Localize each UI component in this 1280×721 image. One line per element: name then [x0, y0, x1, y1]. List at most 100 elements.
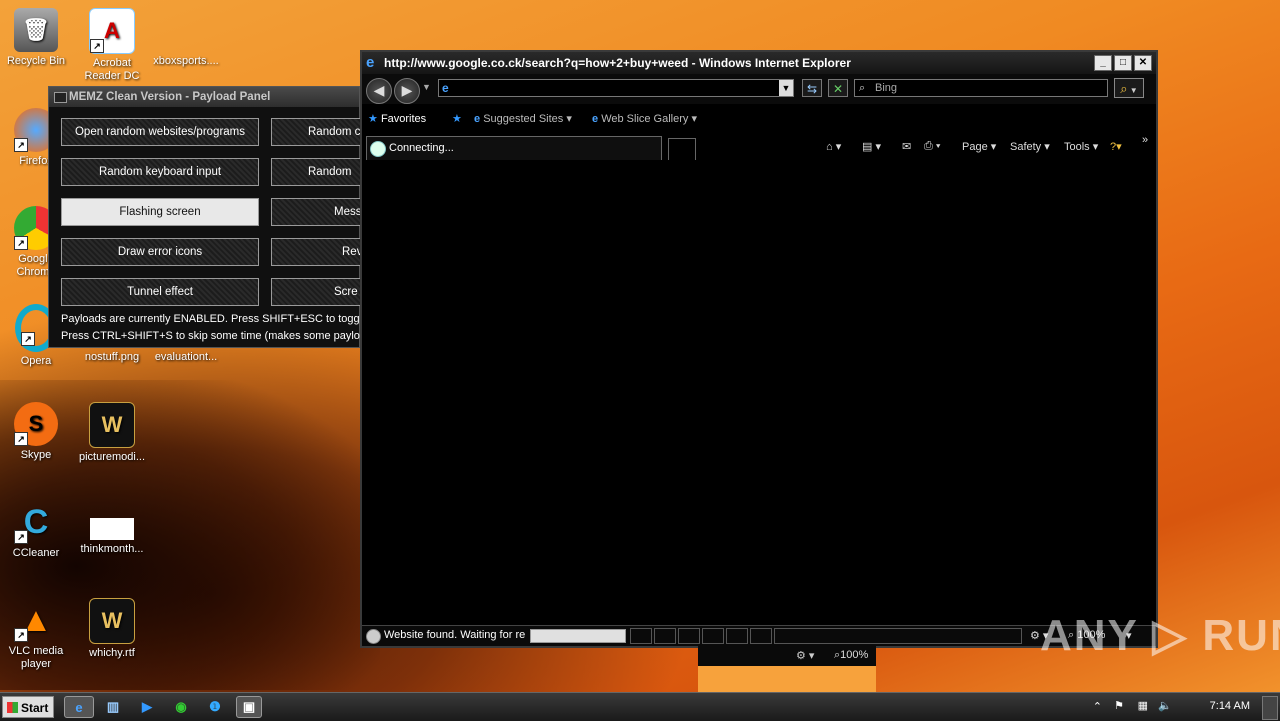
search-go-button[interactable]: ⌕ ▼: [1114, 78, 1144, 98]
taskbar-app-icon[interactable]: ❶: [202, 696, 228, 718]
ie-title-bar[interactable]: e http://www.google.co.ck/search?q=how+2…: [362, 52, 1156, 74]
history-dropdown-icon[interactable]: ▼: [422, 82, 431, 92]
word-document-icon: W: [89, 402, 135, 448]
favorites-bar: ★ Favorites ★ e Suggested Sites ▾ e Web …: [362, 110, 1156, 130]
print-icon[interactable]: ⎙ ▾: [924, 140, 940, 153]
status-cell: [678, 628, 700, 644]
favorites-button[interactable]: ★ Favorites: [368, 112, 426, 125]
desktop-icon-vlc[interactable]: ▲ ↗ VLC media player: [0, 598, 74, 671]
status-cell: [726, 628, 748, 644]
address-dropdown-button[interactable]: ▼: [779, 80, 793, 96]
desktop-icon-label: picturemodi...: [78, 451, 146, 463]
stop-button[interactable]: ✕: [828, 79, 848, 97]
back-button[interactable]: ◀: [366, 78, 392, 104]
loading-icon: [370, 141, 386, 157]
search-icon: ⌕: [859, 82, 866, 94]
tools-menu[interactable]: Tools ▾: [1064, 140, 1098, 153]
search-placeholder: Bing: [875, 82, 898, 94]
maximize-button[interactable]: □: [1114, 55, 1132, 71]
desktop-icon-label: whichy.rtf: [89, 647, 135, 659]
memz-payload-panel: MEMZ Clean Version - Payload Panel Open …: [48, 86, 469, 348]
command-bar: Connecting... ⌂ ▾ ▤ ▾ ✉ ⎙ ▾ Page ▾ Safet…: [362, 134, 1156, 160]
memz-status-line-1: Payloads are currently ENABLED. Press SH…: [61, 313, 369, 325]
network-icon[interactable]: ▦: [1138, 699, 1148, 712]
address-bar[interactable]: e ▼: [438, 79, 794, 97]
safety-menu[interactable]: Safety ▾: [1010, 140, 1050, 153]
tab-connecting[interactable]: Connecting...: [366, 136, 662, 160]
feeds-icon[interactable]: ▤ ▾: [862, 140, 881, 153]
ghost-status-bar: ⚙ ▾ ⌕100%: [698, 646, 876, 666]
tunnel-effect-button[interactable]: Tunnel effect: [61, 278, 259, 306]
close-button[interactable]: ✕: [1134, 55, 1152, 71]
forward-button[interactable]: ▶: [394, 78, 420, 104]
page-menu[interactable]: Page ▾: [962, 140, 996, 153]
desktop-icon-label: VLC media player: [8, 645, 64, 670]
flashing-screen-button[interactable]: Flashing screen: [61, 198, 259, 226]
taskbar-chrome-icon[interactable]: ◉: [168, 696, 194, 718]
desktop-icon-acrobat[interactable]: A ↗ Acrobat Reader DC: [74, 8, 150, 83]
random-keyboard-input-button[interactable]: Random keyboard input: [61, 158, 259, 186]
recycle-bin-icon: 🗑: [14, 8, 58, 52]
desktop-icon-thinkmonth[interactable]: thinkmonth...: [74, 500, 150, 556]
windows-logo-icon: [7, 702, 18, 713]
desktop-icon-xboxsports[interactable]: xboxsports....: [148, 8, 224, 68]
ie-page-icon: e: [474, 113, 481, 125]
desktop-icon-skype[interactable]: S ↗ Skype: [0, 402, 74, 462]
refresh-button[interactable]: ⇆: [802, 79, 822, 97]
ie-logo-icon: e: [366, 54, 375, 71]
window-icon: [54, 92, 67, 103]
desktop-icon-ccleaner[interactable]: C ↗ CCleaner: [0, 500, 74, 560]
status-cell: [654, 628, 676, 644]
open-random-websites-button[interactable]: Open random websites/programs: [61, 118, 259, 146]
search-input[interactable]: ⌕ Bing: [854, 79, 1108, 97]
start-button[interactable]: Start: [2, 696, 54, 718]
ie-title: http://www.google.co.ck/search?q=how+2+b…: [384, 56, 851, 70]
new-tab-button[interactable]: [668, 138, 696, 160]
desktop-icon-picturemodi[interactable]: W picturemodi...: [74, 402, 150, 464]
desktop-icon-label: thinkmonth...: [80, 543, 144, 555]
desktop-icon-label: Opera: [20, 355, 52, 367]
taskbar-ie-icon[interactable]: e: [64, 696, 94, 718]
web-slice-gallery-link[interactable]: e Web Slice Gallery ▾: [592, 112, 697, 125]
desktop-icon-whichy[interactable]: W whichy.rtf: [74, 598, 150, 660]
help-icon[interactable]: ?▾: [1110, 140, 1122, 153]
volume-icon[interactable]: 🔈: [1158, 699, 1172, 712]
skype-icon: S ↗: [14, 402, 58, 446]
suggested-sites-link[interactable]: e Suggested Sites ▾: [474, 112, 572, 125]
desktop-icon-label: nostuff.png: [84, 351, 140, 363]
memz-status-line-2: Press CTRL+SHIFT+S to skip some time (ma…: [61, 330, 373, 342]
taskbar: Start e ▥ ▶ ◉ ❶ ▣ ⌃ ⚑ ▦ 🔈 7:14 AM: [0, 692, 1280, 721]
read-mail-icon[interactable]: ✉: [902, 140, 911, 153]
safety-menu-label: Safety: [1010, 141, 1042, 153]
ie-page-icon: e: [442, 81, 449, 95]
taskbar-media-player-icon[interactable]: ▶: [134, 696, 160, 718]
desktop-icon-label: Acrobat Reader DC: [84, 57, 140, 82]
ghost-zoom: ⌕100%: [834, 649, 869, 661]
tray-expand-icon[interactable]: ⌃: [1093, 700, 1102, 713]
minimize-button[interactable]: _: [1094, 55, 1112, 71]
taskbar-memz-icon[interactable]: ▣: [236, 696, 262, 718]
window-controls: _ □ ✕: [1094, 55, 1152, 71]
status-bar: Website found. Waiting for re ⚙ ▾ ⌕ 100%…: [362, 625, 1156, 646]
taskbar-explorer-icon[interactable]: ▥: [100, 696, 126, 718]
home-icon[interactable]: ⌂ ▾: [826, 140, 841, 153]
word-document-icon: W: [89, 598, 135, 644]
add-favorites-icon[interactable]: ★: [452, 112, 462, 125]
flag-icon[interactable]: ⚑: [1114, 699, 1124, 712]
loading-icon: [366, 629, 381, 644]
desktop-icon-recycle-bin[interactable]: 🗑 Recycle Bin: [0, 8, 74, 68]
web-slice-gallery-label: Web Slice Gallery: [601, 113, 689, 125]
page-content-area[interactable]: [362, 162, 1156, 626]
status-cell: [702, 628, 724, 644]
page-menu-label: Page: [962, 141, 988, 153]
ie-navigation-bar: ◀ ▶ ▼ e ▼ ⇆ ✕ ⌕ Bing ⌕ ▼: [362, 74, 1156, 104]
memz-title-bar[interactable]: MEMZ Clean Version - Payload Panel: [49, 87, 359, 107]
draw-error-icons-button[interactable]: Draw error icons: [61, 238, 259, 266]
clock[interactable]: 7:14 AM: [1210, 700, 1250, 712]
favorites-label: Favorites: [380, 113, 427, 125]
start-label: Start: [21, 701, 49, 715]
desktop-icon-label: Recycle Bin: [6, 55, 66, 67]
show-desktop-button[interactable]: [1262, 696, 1278, 720]
protected-mode-icon: ⚙ ▾: [796, 650, 815, 662]
chevron-right-icon[interactable]: »: [1142, 134, 1148, 146]
